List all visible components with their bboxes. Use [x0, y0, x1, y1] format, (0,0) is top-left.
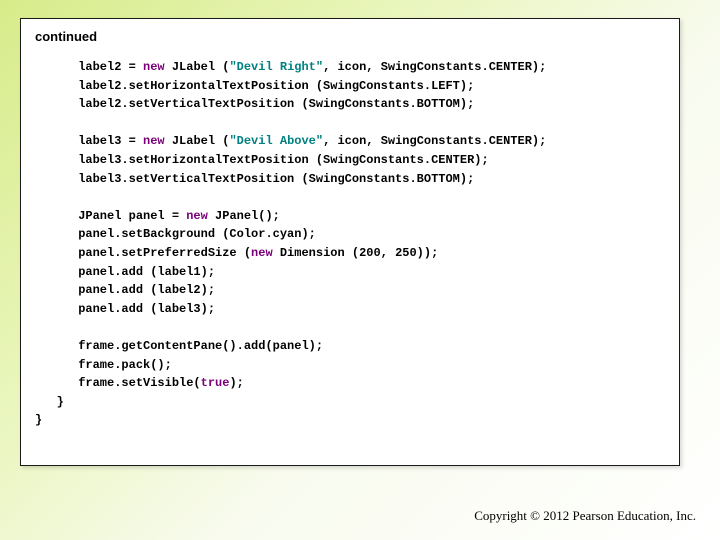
keyword-true: true [201, 376, 230, 390]
code-line: } [35, 413, 42, 427]
code-text: JPanel(); [208, 209, 280, 223]
code-line: } [35, 395, 64, 409]
continued-label: continued [35, 29, 665, 44]
code-line: panel.setPreferredSize ( [35, 246, 251, 260]
keyword-new: new [143, 134, 165, 148]
code-line: label3 = [35, 134, 143, 148]
code-text: , icon, SwingConstants.CENTER); [323, 60, 546, 74]
code-line: label2.setVerticalTextPosition (SwingCon… [35, 97, 474, 111]
code-text: , icon, SwingConstants.CENTER); [323, 134, 546, 148]
keyword-new: new [186, 209, 208, 223]
code-line: frame.getContentPane().add(panel); [35, 339, 323, 353]
code-line: panel.add (label3); [35, 302, 215, 316]
string-literal: "Devil Above" [229, 134, 323, 148]
keyword-new: new [251, 246, 273, 260]
code-text: Dimension (200, 250)); [273, 246, 439, 260]
code-block: label2 = new JLabel ("Devil Right", icon… [35, 58, 665, 430]
code-line: label2.setHorizontalTextPosition (SwingC… [35, 79, 474, 93]
code-line: label2 = [35, 60, 143, 74]
copyright-text: Copyright © 2012 Pearson Education, Inc. [474, 508, 696, 524]
code-line: panel.setBackground (Color.cyan); [35, 227, 316, 241]
code-line: JPanel panel = [35, 209, 186, 223]
code-line: label3.setHorizontalTextPosition (SwingC… [35, 153, 489, 167]
code-text: JLabel ( [165, 134, 230, 148]
code-line: frame.pack(); [35, 358, 172, 372]
code-text: JLabel ( [165, 60, 230, 74]
code-line: panel.add (label2); [35, 283, 215, 297]
code-line: frame.setVisible( [35, 376, 201, 390]
keyword-new: new [143, 60, 165, 74]
code-text: ); [229, 376, 243, 390]
string-literal: "Devil Right" [229, 60, 323, 74]
code-line: label3.setVerticalTextPosition (SwingCon… [35, 172, 474, 186]
code-panel: continued label2 = new JLabel ("Devil Ri… [20, 18, 680, 466]
code-line: panel.add (label1); [35, 265, 215, 279]
